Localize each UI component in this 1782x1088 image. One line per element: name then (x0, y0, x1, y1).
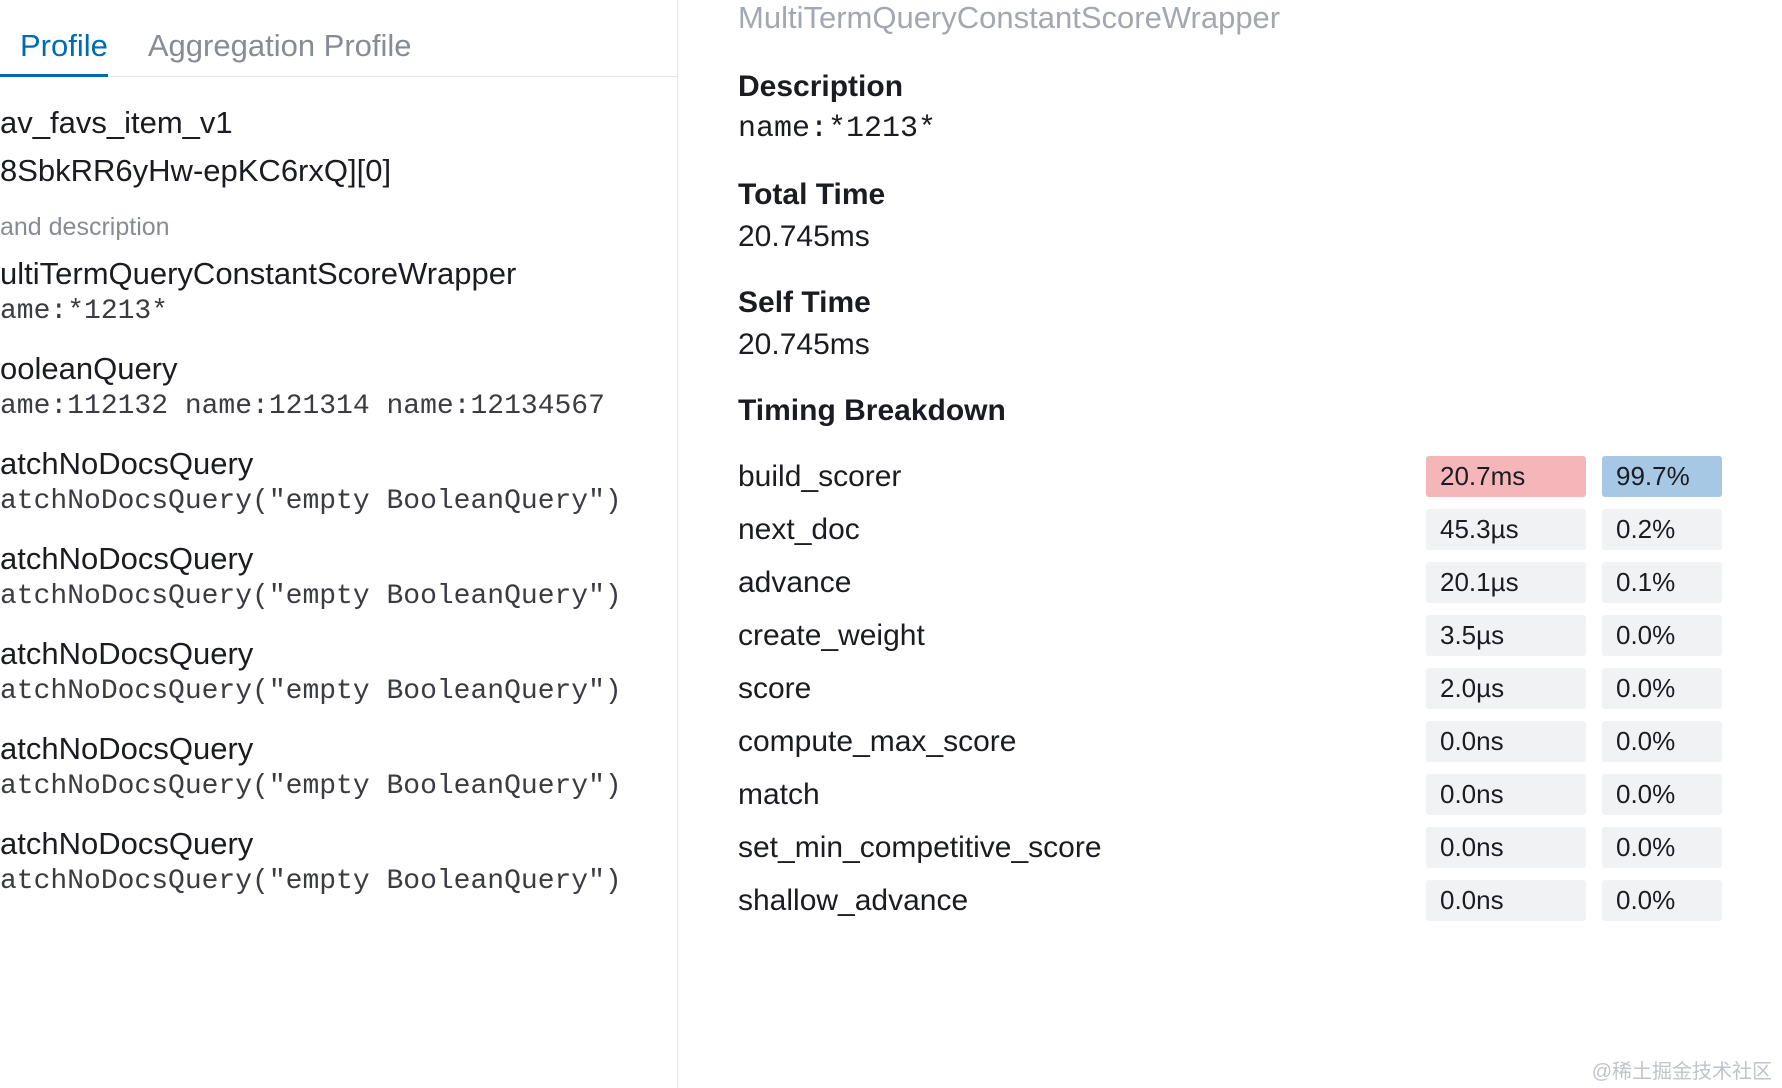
breakdown-name: set_min_competitive_score (738, 831, 1426, 865)
timing-breakdown-table: build_scorer20.7ms 99.7% next_doc45.3µs 0.2… (738, 456, 1722, 921)
column-header: and description (0, 213, 677, 242)
breakdown-percent: 99.7% (1602, 456, 1722, 497)
query-item[interactable]: atchNoDocsQuery atchNoDocsQuery("empty Bo… (0, 826, 677, 897)
breakdown-time: 0.0ns (1426, 721, 1586, 762)
detail-query-type: MultiTermQueryConstantScoreWrapper (738, 0, 1722, 36)
breakdown-percent: 0.0% (1602, 668, 1722, 709)
breakdown-row: compute_max_score0.0ns 0.0% (738, 721, 1722, 762)
query-item[interactable]: atchNoDocsQuery atchNoDocsQuery("empty Bo… (0, 731, 677, 802)
total-time-label: Total Time (738, 178, 1722, 212)
left-content: av_favs_item_v1 8SbkRR6yHw-epKC6rxQ][0] … (0, 77, 677, 921)
breakdown-percent: 0.0% (1602, 880, 1722, 921)
self-time-value: 20.745ms (738, 328, 1722, 362)
breakdown-name: next_doc (738, 513, 1426, 547)
breakdown-time: 2.0µs (1426, 668, 1586, 709)
query-item[interactable]: atchNoDocsQuery atchNoDocsQuery("empty Bo… (0, 541, 677, 612)
left-panel: Profile Aggregation Profile av_favs_item… (0, 0, 678, 1088)
watermark: @稀土掘金技术社区 (1592, 1055, 1772, 1084)
tab-profile[interactable]: Profile (0, 16, 128, 76)
breakdown-row: next_doc45.3µs 0.2% (738, 509, 1722, 550)
total-time-value: 20.745ms (738, 220, 1722, 254)
index-name: av_favs_item_v1 (0, 105, 677, 141)
breakdown-time: 20.7ms (1426, 456, 1586, 497)
query-item[interactable]: ultiTermQueryConstantScoreWrapper ame:*12… (0, 256, 677, 327)
breakdown-name: match (738, 778, 1426, 812)
query-description: atchNoDocsQuery("empty BooleanQuery") (0, 771, 677, 802)
breakdown-time: 0.0ns (1426, 774, 1586, 815)
query-type: atchNoDocsQuery (0, 731, 677, 767)
breakdown-percent: 0.2% (1602, 509, 1722, 550)
breakdown-row: build_scorer20.7ms 99.7% (738, 456, 1722, 497)
query-type: ultiTermQueryConstantScoreWrapper (0, 256, 677, 292)
query-description: atchNoDocsQuery("empty BooleanQuery") (0, 581, 677, 612)
query-list: ultiTermQueryConstantScoreWrapper ame:*12… (0, 256, 677, 897)
breakdown-row: score2.0µs 0.0% (738, 668, 1722, 709)
breakdown-time: 3.5µs (1426, 615, 1586, 656)
query-description: atchNoDocsQuery("empty BooleanQuery") (0, 676, 677, 707)
breakdown-name: create_weight (738, 619, 1426, 653)
tab-aggregation-profile[interactable]: Aggregation Profile (128, 16, 432, 76)
breakdown-time: 0.0ns (1426, 880, 1586, 921)
breakdown-percent: 0.0% (1602, 615, 1722, 656)
breakdown-row: match0.0ns 0.0% (738, 774, 1722, 815)
description-value: name:*1213* (738, 112, 1722, 146)
query-description: ame:112132 name:121314 name:12134567 (0, 391, 677, 422)
breakdown-percent: 0.0% (1602, 827, 1722, 868)
self-time-label: Self Time (738, 286, 1722, 320)
breakdown-percent: 0.0% (1602, 721, 1722, 762)
right-panel: MultiTermQueryConstantScoreWrapper Descr… (678, 0, 1782, 1088)
breakdown-time: 45.3µs (1426, 509, 1586, 550)
breakdown-time: 0.0ns (1426, 827, 1586, 868)
main-container: Profile Aggregation Profile av_favs_item… (0, 0, 1782, 1088)
query-type: atchNoDocsQuery (0, 826, 677, 862)
query-description: atchNoDocsQuery("empty BooleanQuery") (0, 866, 677, 897)
query-item[interactable]: ooleanQuery ame:112132 name:121314 name:1… (0, 351, 677, 422)
breakdown-name: build_scorer (738, 460, 1426, 494)
breakdown-row: advance20.1µs 0.1% (738, 562, 1722, 603)
description-label: Description (738, 70, 1722, 104)
breakdown-percent: 0.0% (1602, 774, 1722, 815)
shard-id: 8SbkRR6yHw-epKC6rxQ][0] (0, 153, 677, 189)
query-type: atchNoDocsQuery (0, 446, 677, 482)
breakdown-name: compute_max_score (738, 725, 1426, 759)
breakdown-time: 20.1µs (1426, 562, 1586, 603)
query-type: atchNoDocsQuery (0, 636, 677, 672)
breakdown-name: advance (738, 566, 1426, 600)
breakdown-row: set_min_competitive_score0.0ns 0.0% (738, 827, 1722, 868)
breakdown-name: score (738, 672, 1426, 706)
query-type: ooleanQuery (0, 351, 677, 387)
breakdown-name: shallow_advance (738, 884, 1426, 918)
query-description: ame:*1213* (0, 296, 677, 327)
query-item[interactable]: atchNoDocsQuery atchNoDocsQuery("empty Bo… (0, 446, 677, 517)
tabs: Profile Aggregation Profile (0, 0, 677, 77)
breakdown-row: shallow_advance0.0ns 0.0% (738, 880, 1722, 921)
query-description: atchNoDocsQuery("empty BooleanQuery") (0, 486, 677, 517)
query-type: atchNoDocsQuery (0, 541, 677, 577)
breakdown-row: create_weight3.5µs 0.0% (738, 615, 1722, 656)
timing-breakdown-label: Timing Breakdown (738, 394, 1722, 428)
breakdown-percent: 0.1% (1602, 562, 1722, 603)
query-item[interactable]: atchNoDocsQuery atchNoDocsQuery("empty Bo… (0, 636, 677, 707)
